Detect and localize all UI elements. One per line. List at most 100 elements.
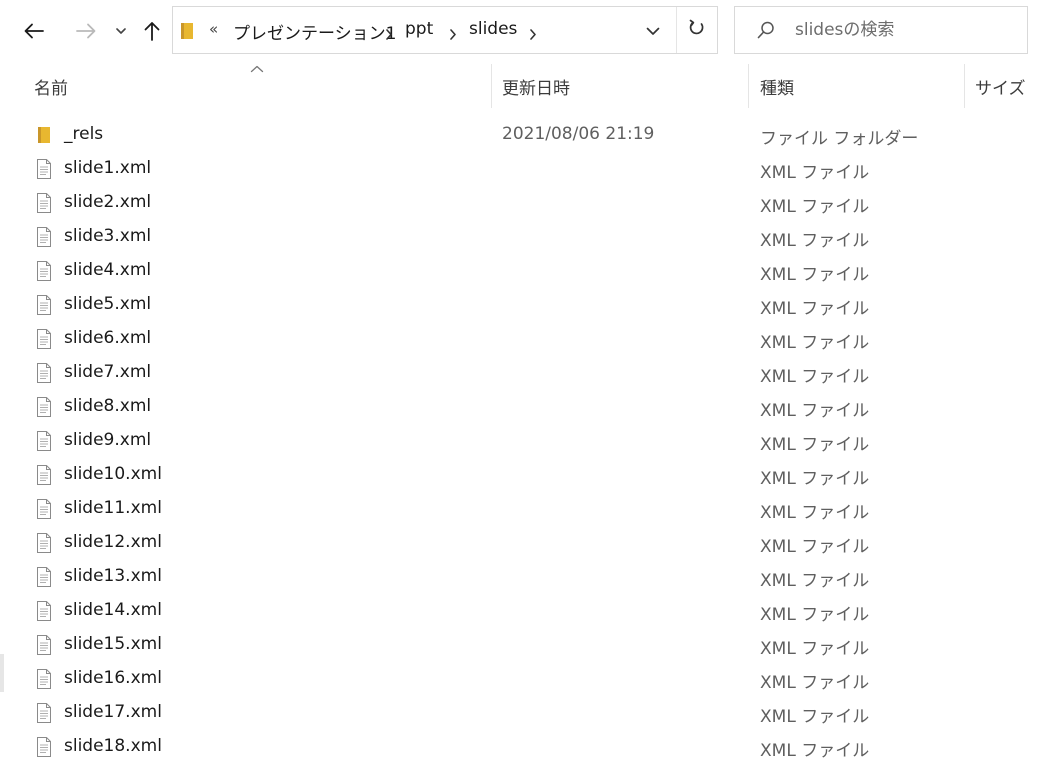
- file-type: XML ファイル: [760, 265, 870, 285]
- column-header-size[interactable]: サイズ: [975, 64, 1042, 108]
- search-box[interactable]: [734, 6, 1028, 54]
- file-name: slide7.xml: [64, 362, 152, 382]
- file-date: 2021/08/06 21:19: [502, 124, 655, 144]
- file-row[interactable]: slide14.xml XML ファイル: [0, 594, 1042, 628]
- file-type: XML ファイル: [760, 673, 870, 693]
- xml-file-icon: [36, 227, 52, 247]
- breadcrumb-item-slides[interactable]: slides: [469, 19, 517, 39]
- file-name: slide11.xml: [64, 498, 162, 518]
- chevron-right-icon[interactable]: [529, 25, 537, 44]
- chevron-right-icon[interactable]: [449, 25, 457, 44]
- xml-file-icon: [36, 431, 52, 451]
- file-name: slide17.xml: [64, 702, 162, 722]
- file-name: slide13.xml: [64, 566, 162, 586]
- breadcrumb-item-ppt[interactable]: ppt: [405, 19, 433, 39]
- forward-arrow-icon: [76, 23, 96, 39]
- file-type: XML ファイル: [760, 163, 870, 183]
- xml-file-icon: [36, 669, 52, 689]
- file-name: _rels: [64, 124, 104, 144]
- file-row[interactable]: slide2.xml XML ファイル: [0, 186, 1042, 220]
- file-row[interactable]: slide8.xml XML ファイル: [0, 390, 1042, 424]
- xml-file-icon: [36, 703, 52, 723]
- file-row[interactable]: slide18.xml XML ファイル: [0, 730, 1042, 764]
- breadcrumb-overflow-button[interactable]: «: [209, 20, 218, 38]
- address-bar[interactable]: « プレゼンテーション1 ppt slides: [172, 6, 718, 54]
- file-name: slide16.xml: [64, 668, 162, 688]
- file-row[interactable]: slide3.xml XML ファイル: [0, 220, 1042, 254]
- navigation-toolbar: « プレゼンテーション1 ppt slides: [0, 0, 1042, 64]
- file-row[interactable]: slide4.xml XML ファイル: [0, 254, 1042, 288]
- xml-file-icon: [36, 261, 52, 281]
- up-arrow-icon: [144, 21, 160, 41]
- xml-file-icon: [36, 737, 52, 757]
- column-divider[interactable]: [491, 64, 492, 108]
- file-name: slide4.xml: [64, 260, 152, 280]
- file-row[interactable]: slide11.xml XML ファイル: [0, 492, 1042, 526]
- recent-locations-button[interactable]: [110, 8, 132, 54]
- column-header-name[interactable]: 名前: [34, 64, 490, 108]
- file-name: slide6.xml: [64, 328, 152, 348]
- forward-button[interactable]: [68, 8, 104, 54]
- search-icon: [757, 21, 775, 43]
- xml-file-icon: [36, 193, 52, 213]
- file-type: XML ファイル: [760, 197, 870, 217]
- file-row[interactable]: slide1.xml XML ファイル: [0, 152, 1042, 186]
- folder-icon: [181, 23, 193, 39]
- folder-icon: [36, 125, 52, 145]
- xml-file-icon: [36, 567, 52, 587]
- back-button[interactable]: [14, 8, 54, 54]
- column-header-row: 名前 更新日時 種類 サイズ: [0, 64, 1042, 108]
- file-type: XML ファイル: [760, 435, 870, 455]
- file-row[interactable]: slide15.xml XML ファイル: [0, 628, 1042, 662]
- file-name: slide9.xml: [64, 430, 152, 450]
- refresh-icon: [688, 19, 706, 41]
- refresh-button[interactable]: [677, 7, 717, 53]
- file-type: XML ファイル: [760, 537, 870, 557]
- xml-file-icon: [36, 601, 52, 621]
- file-name: slide15.xml: [64, 634, 162, 654]
- chevron-right-icon[interactable]: [385, 25, 393, 44]
- file-row[interactable]: slide7.xml XML ファイル: [0, 356, 1042, 390]
- column-header-type[interactable]: 種類: [760, 64, 960, 108]
- column-header-date[interactable]: 更新日時: [502, 64, 746, 108]
- file-type: XML ファイル: [760, 333, 870, 353]
- file-row[interactable]: slide12.xml XML ファイル: [0, 526, 1042, 560]
- file-type: XML ファイル: [760, 639, 870, 659]
- file-type: XML ファイル: [760, 299, 870, 319]
- file-name: slide2.xml: [64, 192, 152, 212]
- file-name: slide12.xml: [64, 532, 162, 552]
- xml-file-icon: [36, 635, 52, 655]
- back-arrow-icon: [24, 23, 44, 39]
- file-type: XML ファイル: [760, 707, 870, 727]
- file-row[interactable]: slide9.xml XML ファイル: [0, 424, 1042, 458]
- xml-file-icon: [36, 295, 52, 315]
- file-row[interactable]: slide16.xml XML ファイル: [0, 662, 1042, 696]
- file-row[interactable]: slide6.xml XML ファイル: [0, 322, 1042, 356]
- file-row[interactable]: slide17.xml XML ファイル: [0, 696, 1042, 730]
- breadcrumb-item-presentation1[interactable]: プレゼンテーション1: [233, 19, 396, 44]
- xml-file-icon: [36, 465, 52, 485]
- file-list: _rels 2021/08/06 21:19 ファイル フォルダー slide1.xm…: [0, 118, 1042, 764]
- column-divider[interactable]: [748, 64, 749, 108]
- file-type: XML ファイル: [760, 469, 870, 489]
- xml-file-icon: [36, 329, 52, 349]
- file-row[interactable]: slide10.xml XML ファイル: [0, 458, 1042, 492]
- file-explorer-window: « プレゼンテーション1 ppt slides slidesの検索 名前 更新日…: [0, 0, 1042, 768]
- chevron-down-icon: [116, 27, 126, 35]
- file-type: ファイル フォルダー: [760, 129, 919, 149]
- up-button[interactable]: [138, 8, 166, 54]
- address-history-dropdown[interactable]: [635, 7, 671, 53]
- file-type: XML ファイル: [760, 741, 870, 761]
- file-row[interactable]: slide13.xml XML ファイル: [0, 560, 1042, 594]
- file-row[interactable]: slide5.xml XML ファイル: [0, 288, 1042, 322]
- file-name: slide14.xml: [64, 600, 162, 620]
- xml-file-icon: [36, 363, 52, 383]
- column-divider[interactable]: [964, 64, 965, 108]
- file-name: slide18.xml: [64, 736, 162, 756]
- file-name: slide1.xml: [64, 158, 152, 178]
- search-input[interactable]: [795, 15, 1015, 45]
- xml-file-icon: [36, 499, 52, 519]
- file-type: XML ファイル: [760, 503, 870, 523]
- file-row[interactable]: _rels 2021/08/06 21:19 ファイル フォルダー: [0, 118, 1042, 152]
- file-name: slide5.xml: [64, 294, 152, 314]
